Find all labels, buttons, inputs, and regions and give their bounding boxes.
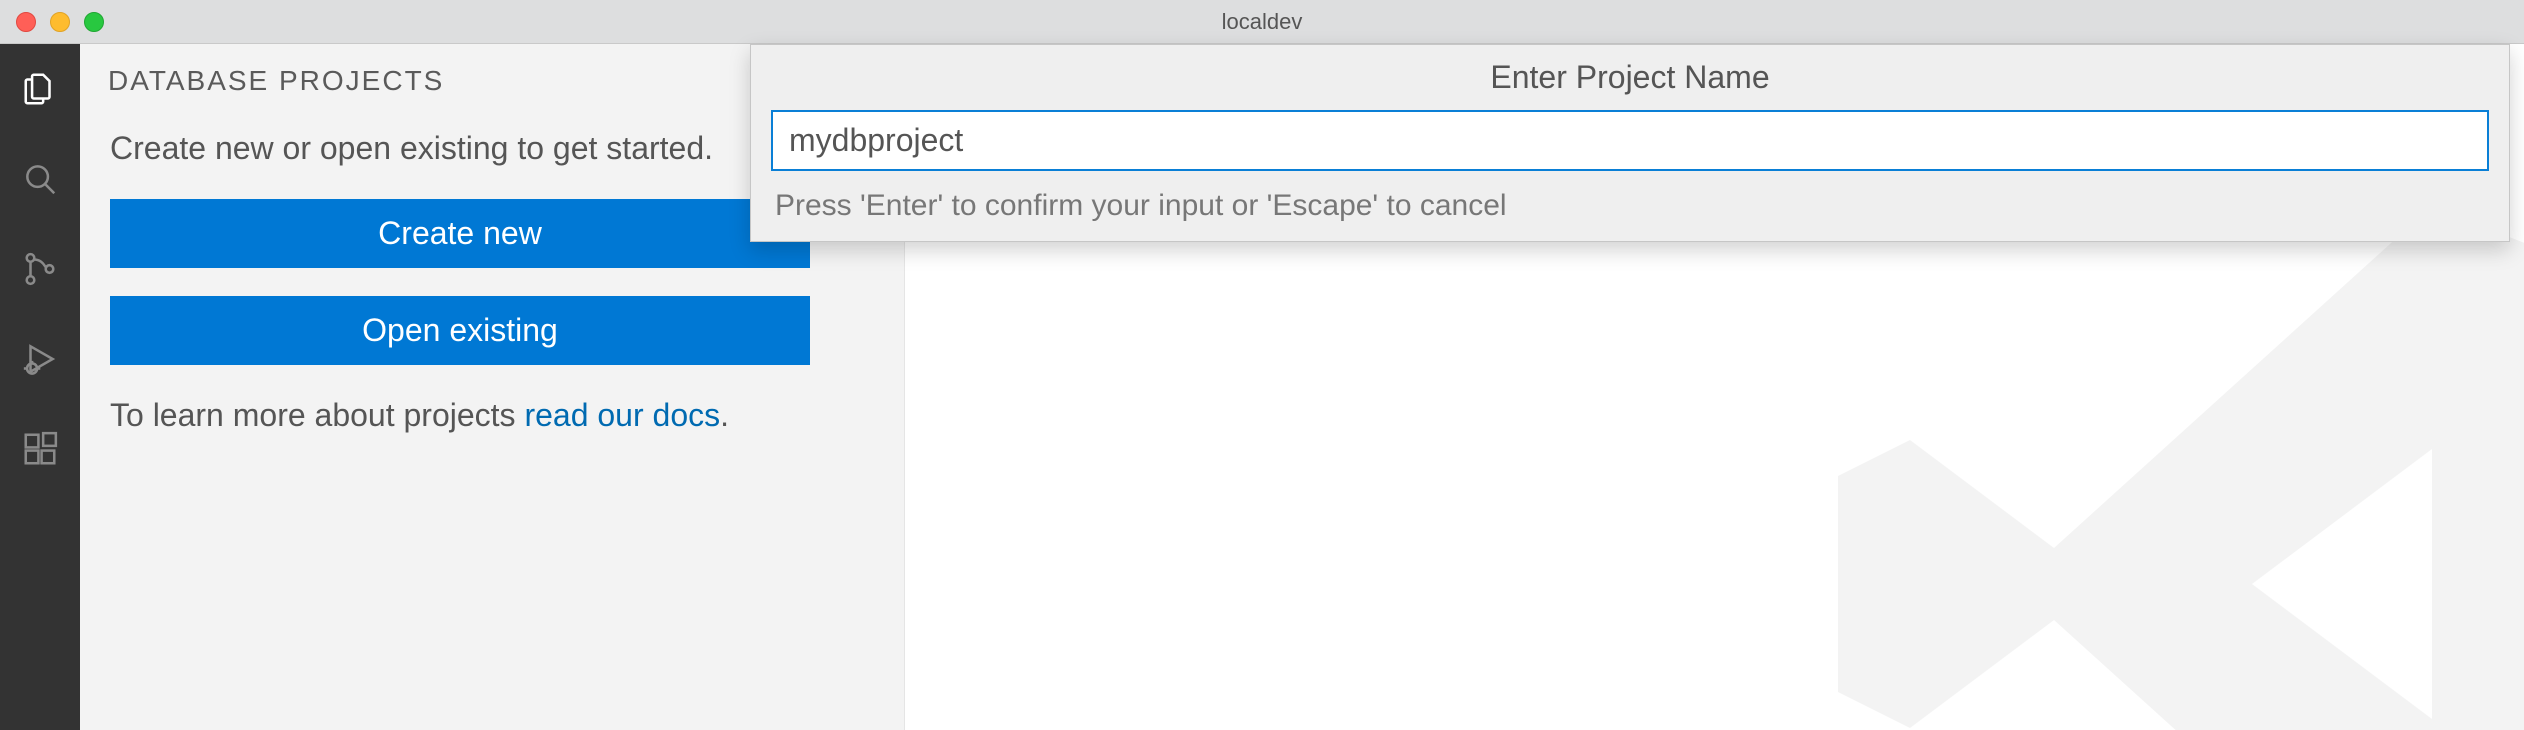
search-icon[interactable]: [19, 158, 61, 200]
open-existing-button[interactable]: Open existing: [110, 296, 810, 365]
quick-input-hint: Press 'Enter' to confirm your input or '…: [751, 181, 2509, 241]
learn-prefix: To learn more about projects: [110, 397, 524, 433]
quick-input-field-wrap: [751, 110, 2509, 181]
explorer-icon[interactable]: [19, 68, 61, 110]
window-title: localdev: [0, 9, 2524, 35]
run-debug-icon[interactable]: [19, 338, 61, 380]
titlebar: localdev: [0, 0, 2524, 44]
extensions-icon[interactable]: [19, 428, 61, 470]
quick-input-title: Enter Project Name: [751, 45, 2509, 110]
minimize-window-button[interactable]: [50, 12, 70, 32]
window-controls: [0, 12, 104, 32]
activity-bar: [0, 44, 80, 730]
create-new-button[interactable]: Create new: [110, 199, 810, 268]
read-docs-link[interactable]: read our docs: [524, 397, 720, 433]
close-window-button[interactable]: [16, 12, 36, 32]
learn-more-text: To learn more about projects read our do…: [110, 393, 874, 438]
quick-input-panel: Enter Project Name Press 'Enter' to conf…: [750, 44, 2510, 242]
project-name-input[interactable]: [771, 110, 2489, 171]
maximize-window-button[interactable]: [84, 12, 104, 32]
learn-suffix: .: [720, 397, 729, 433]
sidebar-title: DATABASE PROJECTS: [108, 65, 778, 97]
source-control-icon[interactable]: [19, 248, 61, 290]
